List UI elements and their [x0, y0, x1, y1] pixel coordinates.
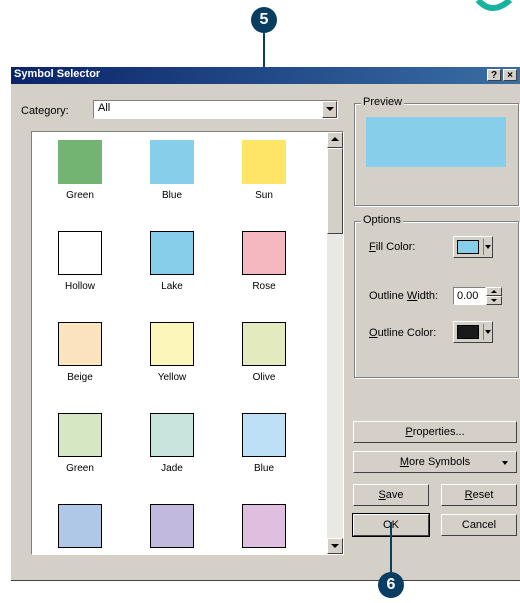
symbol-item[interactable] [128, 498, 218, 554]
symbol-name: Hollow [64, 281, 95, 292]
stepper-up-button[interactable] [486, 287, 502, 296]
symbol-list-scrollbar[interactable] [327, 132, 343, 554]
outline-color-button[interactable] [453, 321, 493, 343]
symbol-swatch [242, 140, 286, 184]
scroll-up-button[interactable] [327, 132, 343, 148]
symbol-swatch [150, 322, 194, 366]
symbol-item[interactable]: Olive [220, 316, 310, 396]
callout-6: 6 [378, 572, 404, 598]
symbol-item[interactable] [36, 498, 126, 554]
symbol-name: Yellow [157, 372, 187, 383]
category-dropdown-button[interactable] [322, 101, 337, 118]
symbol-swatch [58, 322, 102, 366]
symbol-name: Olive [252, 372, 276, 383]
symbol-swatch [242, 413, 286, 457]
symbol-swatch [242, 231, 286, 275]
outline-width-label: Outline Width: [369, 290, 439, 302]
symbol-item[interactable]: Yellow [128, 316, 218, 396]
symbol-swatch [150, 504, 194, 548]
symbol-swatch [58, 140, 102, 184]
fill-color-chip [457, 240, 479, 254]
symbol-swatch [58, 231, 102, 275]
callout-5: 5 [251, 7, 277, 33]
symbol-item[interactable]: Blue [220, 407, 310, 487]
callout-6-leader [390, 522, 392, 574]
scroll-down-button[interactable] [327, 538, 343, 554]
help-button[interactable]: ? [487, 69, 501, 81]
symbol-name: Green [66, 463, 94, 474]
category-label: Category: [21, 105, 69, 117]
symbol-item[interactable]: Hollow [36, 225, 126, 305]
preview-swatch [366, 117, 506, 167]
outline-width-stepper[interactable]: 0.00 [453, 287, 502, 305]
symbol-item[interactable]: Blue [128, 134, 218, 214]
symbol-swatch [150, 140, 194, 184]
fill-color-label: Fill Color: [369, 241, 416, 253]
close-button[interactable]: × [503, 69, 517, 81]
properties-button[interactable]: Properties... [353, 421, 517, 443]
save-button[interactable]: Save [353, 484, 429, 506]
reset-button[interactable]: Reset [441, 484, 517, 506]
category-select[interactable]: All [93, 100, 338, 119]
symbol-item[interactable]: Lake [128, 225, 218, 305]
dialog-title: Symbol Selector [14, 68, 101, 80]
options-label: Options [361, 214, 403, 226]
title-bar: Symbol Selector ? × [11, 67, 520, 84]
cancel-button[interactable]: Cancel [441, 514, 517, 536]
category-value: All [98, 102, 111, 114]
outline-width-input[interactable]: 0.00 [453, 287, 486, 305]
symbol-swatch [58, 413, 102, 457]
symbol-item[interactable]: Jade [128, 407, 218, 487]
symbol-name: Green [66, 190, 94, 201]
symbol-name: Blue [253, 463, 274, 474]
symbol-swatch [242, 322, 286, 366]
symbol-item[interactable] [220, 498, 310, 554]
symbol-item[interactable]: Rose [220, 225, 310, 305]
outline-color-chip [457, 325, 479, 339]
symbol-name: Jade [161, 463, 183, 474]
more-symbols-button[interactable]: More Symbols [353, 451, 517, 473]
symbol-item[interactable]: Beige [36, 316, 126, 396]
symbol-item[interactable]: Green [36, 407, 126, 487]
scroll-thumb[interactable] [327, 148, 343, 234]
fill-color-button[interactable] [453, 236, 493, 258]
heading-fragment [475, 0, 512, 11]
outline-color-label: Outline Color: [369, 327, 437, 339]
symbol-name: Blue [161, 190, 182, 201]
symbol-name: Lake [161, 281, 183, 292]
symbol-swatch [150, 231, 194, 275]
symbol-swatch [242, 504, 286, 548]
symbol-swatch [150, 413, 194, 457]
stepper-down-button[interactable] [486, 296, 502, 305]
symbol-item[interactable]: Sun [220, 134, 310, 214]
symbol-item[interactable]: Green [36, 134, 126, 214]
preview-label: Preview [361, 96, 405, 108]
symbol-name: Sun [255, 190, 273, 201]
symbol-name: Rose [252, 281, 276, 292]
symbol-list[interactable]: Green Blue Sun Hollow Lake Rose Beige Yellow Oli… [31, 131, 344, 555]
symbol-swatch [58, 504, 102, 548]
symbol-name: Beige [67, 372, 93, 383]
